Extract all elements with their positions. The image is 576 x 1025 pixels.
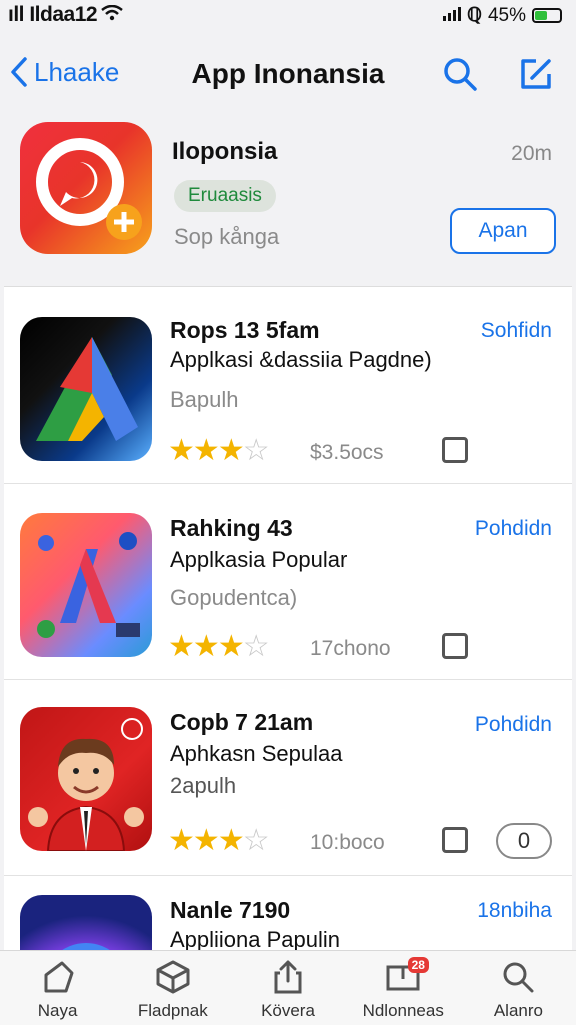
app-link[interactable]: 18nbiha: [477, 899, 552, 923]
star-icon: ★: [192, 824, 220, 857]
list-item[interactable]: Rahking 43 Pohdidn Applkasia Popular Gop…: [4, 483, 572, 680]
app-link[interactable]: Pohdidn: [475, 713, 552, 737]
app-icon: [20, 707, 152, 851]
rating-count: $3.5ocs: [310, 441, 384, 464]
home-icon: [40, 959, 76, 1000]
app-title: Nanle 7190: [170, 897, 291, 923]
category-badge: Eruaasis: [174, 180, 276, 212]
star-icon: ★: [217, 630, 245, 663]
app-icon: [20, 317, 152, 461]
camera-badge-icon: [36, 138, 142, 240]
featured-app-subtitle: Sop kånga: [174, 224, 280, 249]
tab-label: Alanro: [493, 1001, 543, 1020]
tab-label: Ndlonneas: [362, 1001, 444, 1020]
tab-featured[interactable]: Fladpnak: [115, 951, 230, 1025]
nav-bar: Lhaake App Inonansia: [0, 46, 576, 106]
featured-app: Iloponsia 20m Eruaasis Sop kånga Apan: [0, 110, 576, 280]
star-icon: ★: [217, 824, 245, 857]
list-item[interactable]: Copb 7 21am Pohdidn Aphkasn Sepulaa 2apu…: [4, 679, 572, 876]
app-subtitle: Appliiona Papulin: [170, 927, 341, 951]
back-label: Lhaake: [34, 56, 120, 87]
status-left: ıll Ildaa12: [8, 3, 123, 27]
compose-icon[interactable]: [518, 56, 554, 97]
search-icon[interactable]: [442, 56, 478, 97]
tab-label: Fladpnak: [137, 1001, 208, 1020]
triangle-logo-icon: [36, 337, 138, 441]
tab-label: Naya: [37, 1001, 78, 1020]
back-button[interactable]: Lhaake: [10, 56, 119, 88]
star-icon: ★: [217, 434, 245, 467]
ring-logo-icon: [60, 943, 112, 951]
app-list: Rops 13 5fam Sohfidn Applkasi &dassiia P…: [4, 286, 572, 951]
featured-app-size: 20m: [511, 142, 552, 165]
select-checkbox[interactable]: [442, 633, 468, 659]
list-item[interactable]: Rops 13 5fam Sohfidn Applkasi &dassiia P…: [4, 287, 572, 484]
tab-home[interactable]: Naya: [0, 951, 115, 1025]
rating-stars: ★★★☆: [168, 433, 270, 468]
star-empty-icon: ☆: [242, 434, 270, 467]
app-subtitle: Applkasi &dassiia Pagdne): [170, 347, 432, 372]
rating-stars: ★★★☆: [168, 823, 270, 858]
rating-stars: ★★★☆: [168, 629, 270, 664]
bluetooth-icon: ℚ: [467, 5, 482, 26]
app-subtitle: Applkasia Popular: [170, 547, 348, 572]
star-icon: ★: [192, 434, 220, 467]
open-button[interactable]: Apan: [450, 208, 556, 254]
mascot-icon: [28, 718, 144, 851]
select-checkbox[interactable]: [442, 437, 468, 463]
tab-bar: Naya Fladpnak Kövera 28 Ndlonneas Alanro: [0, 950, 576, 1025]
arrow-logo-icon: [37, 532, 140, 638]
cube-icon: [155, 959, 191, 1000]
rating-count: 10:boco: [310, 831, 385, 854]
star-empty-icon: ☆: [242, 630, 270, 663]
wifi-icon: [101, 3, 123, 27]
app-icon[interactable]: [20, 122, 152, 254]
select-checkbox[interactable]: [442, 827, 468, 853]
battery-fill: [535, 11, 547, 20]
app-title: Rahking 43: [170, 515, 293, 541]
star-empty-icon: ☆: [242, 824, 270, 857]
app-icon: [20, 513, 152, 657]
toggle-switch[interactable]: 0: [496, 823, 552, 859]
tab-search[interactable]: Alanro: [461, 951, 576, 1025]
share-icon: [270, 959, 306, 1000]
nav-actions: [442, 56, 554, 97]
app-category: Bapulh: [170, 387, 239, 412]
signal-icon: [443, 5, 461, 27]
app-link[interactable]: Sohfidn: [481, 319, 552, 343]
app-subtitle: Aphkasn Sepulaa: [170, 741, 343, 766]
tab-updates[interactable]: 28 Ndlonneas: [346, 951, 461, 1025]
app-title: Rops 13 5fam: [170, 317, 320, 343]
chevron-left-icon: [11, 57, 27, 87]
featured-app-name: Iloponsia: [172, 138, 278, 165]
battery-icon: [532, 8, 562, 23]
star-icon: ★: [168, 630, 195, 663]
search-icon: [500, 959, 536, 1000]
tab-label: Kövera: [261, 1001, 315, 1020]
app-category: 2apulh: [170, 773, 237, 798]
app-icon: [20, 895, 152, 951]
list-item[interactable]: Nanle 7190 18nbiha Appliiona Papulin: [4, 875, 572, 951]
star-icon: ★: [168, 824, 195, 857]
status-right: ℚ 45%: [443, 4, 562, 27]
carrier-label: ıll Ildaa12: [8, 3, 98, 26]
tab-share[interactable]: Kövera: [230, 951, 345, 1025]
battery-percent: 45%: [487, 4, 526, 26]
app-category: Gopudentca): [170, 585, 298, 610]
notification-badge: 28: [407, 957, 429, 973]
app-title: Copb 7 21am: [170, 709, 314, 735]
rating-count: 17chono: [310, 637, 391, 660]
star-icon: ★: [168, 434, 195, 467]
status-bar: ıll Ildaa12 ℚ 45%: [0, 0, 576, 30]
app-link[interactable]: Pohdidn: [475, 517, 552, 541]
star-icon: ★: [192, 630, 220, 663]
